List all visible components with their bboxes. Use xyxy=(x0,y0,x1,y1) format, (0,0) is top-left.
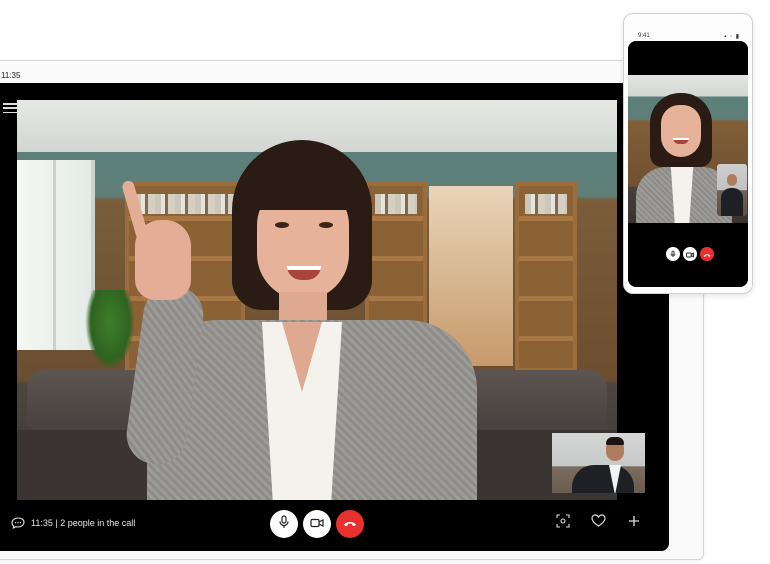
phone-status-icons: ▪ ◦ ▮ xyxy=(724,34,740,40)
plus-icon xyxy=(628,514,640,532)
tablet-status-time: 11:35 xyxy=(1,71,21,80)
toggle-camera-button[interactable] xyxy=(303,510,331,538)
tablet-call-screen: 11:35 | 2 people in the call xyxy=(0,83,669,551)
phone-camera-button[interactable] xyxy=(683,247,697,261)
chat-bubble-icon[interactable] xyxy=(11,516,25,530)
phone-call-screen xyxy=(628,41,748,287)
hamburger-menu-icon[interactable] xyxy=(3,101,17,115)
hang-up-button[interactable] xyxy=(336,510,364,538)
video-camera-icon xyxy=(310,515,324,533)
phone-self-view-thumbnail[interactable] xyxy=(717,164,747,216)
remote-video-feed xyxy=(17,100,617,500)
add-participant-button[interactable] xyxy=(625,514,643,532)
video-window xyxy=(17,160,95,350)
call-control-bar: 11:35 | 2 people in the call xyxy=(0,500,669,551)
remote-participant xyxy=(107,140,527,500)
call-info-text: 11:35 | 2 people in the call xyxy=(31,518,136,528)
phone-status-time: 9:41 xyxy=(638,33,650,39)
microphone-icon xyxy=(278,514,290,534)
self-view-thumbnail[interactable] xyxy=(552,433,645,493)
hang-up-icon xyxy=(343,515,357,533)
phone-mute-button[interactable] xyxy=(666,247,680,261)
screenshot-button[interactable] xyxy=(554,513,572,533)
screenshot-icon xyxy=(556,513,570,533)
favorite-button[interactable] xyxy=(589,514,607,532)
video-camera-icon xyxy=(686,245,694,263)
phone-device: 9:41 ▪ ◦ ▮ xyxy=(623,13,753,294)
hang-up-icon xyxy=(703,245,711,263)
microphone-icon xyxy=(670,245,676,263)
tablet-device: 11:35 11:35 | 2 people in the call xyxy=(0,60,704,560)
mute-microphone-button[interactable] xyxy=(270,510,298,538)
heart-icon xyxy=(590,514,606,532)
phone-hang-up-button[interactable] xyxy=(700,247,714,261)
